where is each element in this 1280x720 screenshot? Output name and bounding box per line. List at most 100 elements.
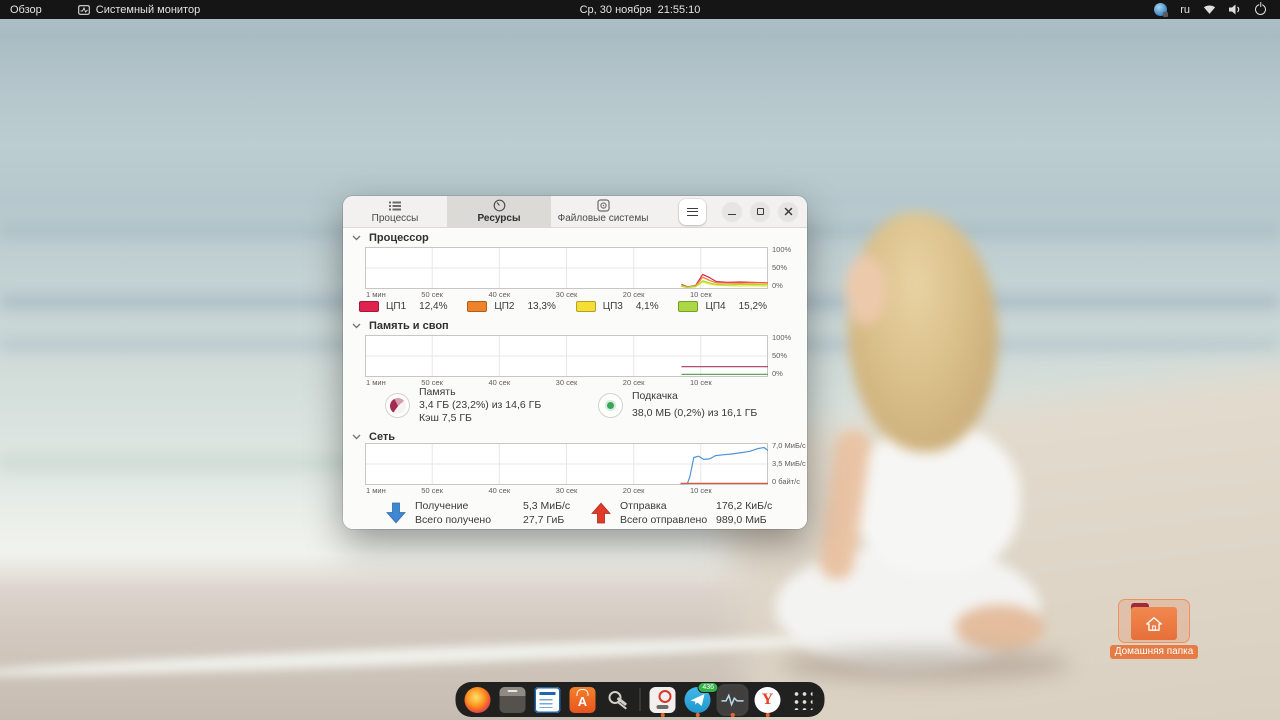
memory-section-title: Память и своп [369, 320, 449, 332]
volume-icon[interactable] [1229, 4, 1242, 15]
memory-section-header[interactable]: Память и своп [352, 320, 449, 332]
dock-item-yandex-browser[interactable] [754, 686, 781, 713]
network-send-stat: Отправка Всего отправлено 176,2 КиБ/с 98… [590, 499, 772, 527]
dock-item-files[interactable] [499, 686, 526, 713]
swap-stat: Подкачка 38,0 МБ (0,2%) из 16,1 ГБ [598, 390, 757, 420]
screen-recorder-icon [649, 686, 676, 713]
app-grid-icon [792, 689, 813, 710]
cpu3-swatch [575, 301, 596, 312]
network-section-header[interactable]: Сеть [352, 431, 395, 443]
cpu-chart: 100% 50% 0% 1 мин 50 сек 40 сек 30 сек 20 се… [365, 245, 791, 300]
home-folder-label: Домашняя папка [1109, 645, 1199, 659]
network-section-title: Сеть [369, 431, 396, 443]
receive-total-label: Всего получено [415, 514, 492, 526]
memory-pie-icon [385, 393, 410, 418]
files-icon [499, 686, 526, 713]
focused-app-title: Системный монитор [95, 3, 201, 16]
app-center-icon [569, 686, 596, 713]
home-folder-desktop-icon[interactable]: Домашняя папка [1109, 599, 1199, 659]
system-monitor-app-icon [77, 4, 90, 15]
minimize-icon [728, 213, 736, 216]
network-receive-stat: Получение Всего получено 5,3 МиБ/с 27,7 … [385, 499, 570, 527]
network-y-axis: 7,0 МиБ/с 3,5 МиБ/с 0 байт/с [772, 441, 806, 486]
power-icon[interactable] [1255, 4, 1266, 15]
view-switcher: Процессы Ресурсы Файловые системы [343, 196, 807, 228]
tab-label: Файловые системы [557, 213, 649, 224]
upload-arrow-icon [591, 502, 611, 524]
hamburger-icon [687, 207, 698, 216]
dock: 436 [455, 681, 825, 717]
receive-rate: 5,3 МиБ/с [523, 500, 571, 512]
swap-value: 38,0 МБ (0,2%) из 16,1 ГБ [632, 407, 758, 419]
firefox-icon [464, 686, 491, 713]
dock-item-firefox[interactable] [464, 686, 491, 713]
cpu-legend-cpu4[interactable]: ЦП4 15,2% [678, 301, 767, 312]
chevron-down-icon [352, 235, 361, 241]
primary-menu-button[interactable] [679, 198, 706, 225]
dock-item-telegram[interactable]: 436 [684, 681, 719, 713]
activities-button[interactable]: Обзор [0, 0, 52, 19]
cpu-legend-cpu1[interactable]: ЦП1 12,4% [359, 301, 448, 312]
tab-filesystems[interactable]: Файловые системы [551, 196, 655, 227]
focused-app-menu[interactable]: Системный монитор [68, 0, 210, 19]
libreoffice-writer-icon [534, 686, 561, 713]
swap-dot-icon [598, 392, 623, 418]
tab-label: Процессы [371, 212, 419, 224]
filesystems-disk-icon [596, 199, 610, 212]
minimize-button[interactable] [722, 201, 742, 222]
yandex-browser-icon [754, 686, 781, 713]
dock-item-app-center[interactable] [569, 686, 596, 713]
tray-app-icon[interactable] [1154, 3, 1169, 17]
cpu-x-axis: 1 мин 50 сек 40 сек 30 сек 20 сек 10 сек [366, 290, 712, 299]
tab-processes[interactable]: Процессы [343, 196, 447, 227]
dock-item-libreoffice-writer[interactable] [534, 686, 561, 713]
close-icon [784, 207, 792, 216]
send-total: 989,0 МиБ [716, 514, 767, 526]
tab-resources[interactable]: Ресурсы [447, 196, 551, 227]
resources-gauge-icon [493, 199, 505, 212]
memory-value: 3,4 ГБ (23,2%) из 14,6 ГБ [419, 399, 542, 411]
house-glyph-icon [1146, 616, 1162, 631]
receive-total: 27,7 ГиБ [523, 514, 565, 526]
chevron-down-icon [352, 323, 361, 329]
clock-button[interactable]: Ср, 30 ноября 21:55:10 [580, 4, 701, 16]
network-chart: 7,0 МиБ/с 3,5 МиБ/с 0 байт/с 1 мин 50 сек… [365, 441, 806, 496]
system-monitor-dock-icon [719, 686, 746, 713]
dock-item-screen-recorder[interactable] [649, 686, 676, 713]
dock-item-show-apps[interactable] [790, 687, 816, 713]
swap-label: Подкачка [632, 390, 678, 402]
cpu-legend: ЦП1 12,4% ЦП2 13,3% ЦП3 4,1% ЦП4 15,2% [359, 301, 767, 312]
cpu4-swatch [678, 301, 699, 312]
cpu-section-title: Процессор [369, 232, 429, 244]
processes-list-icon [389, 201, 401, 210]
memory-chart: 100% 50% 0% 1 мин 50 сек 40 сек 30 сек 20 се… [365, 333, 791, 388]
system-monitor-window: Процессы Ресурсы Файловые системы Процес… [343, 196, 807, 529]
key-icon [605, 687, 631, 713]
maximize-button[interactable] [750, 201, 770, 222]
receive-label: Получение [415, 500, 469, 512]
cpu-legend-cpu2[interactable]: ЦП2 13,3% [467, 301, 556, 312]
home-folder-icon [1131, 603, 1177, 640]
activities-label: Обзор [10, 3, 42, 16]
memory-stat: Память 3,4 ГБ (23,2%) из 14,6 ГБ Кэш 7,5… [385, 386, 541, 425]
memory-label: Память [419, 386, 456, 398]
keyboard-layout-indicator[interactable]: ru [1180, 4, 1190, 16]
maximize-icon [756, 208, 764, 215]
dock-item-system-monitor[interactable] [719, 686, 746, 713]
dock-item-passwords[interactable] [605, 687, 631, 713]
close-button[interactable] [778, 201, 798, 222]
window-controls [679, 196, 798, 227]
wifi-icon[interactable] [1203, 4, 1216, 15]
memory-y-axis: 100% 50% 0% [772, 333, 792, 378]
cpu2-swatch [467, 301, 488, 312]
cpu1-swatch [359, 301, 379, 312]
chevron-down-icon [352, 434, 361, 440]
send-rate: 176,2 КиБ/с [716, 500, 773, 512]
telegram-unread-badge: 436 [697, 681, 719, 693]
cpu-y-axis: 100% 50% 0% [772, 245, 792, 290]
cpu-section-header[interactable]: Процессор [352, 232, 429, 244]
home-folder-selection [1118, 599, 1190, 643]
cpu-legend-cpu3[interactable]: ЦП3 4,1% [575, 301, 659, 312]
download-arrow-icon [386, 502, 406, 524]
resources-view: Процессор 100% 50% 0% 1 мин 50 сек 40 сек 3… [343, 228, 807, 529]
